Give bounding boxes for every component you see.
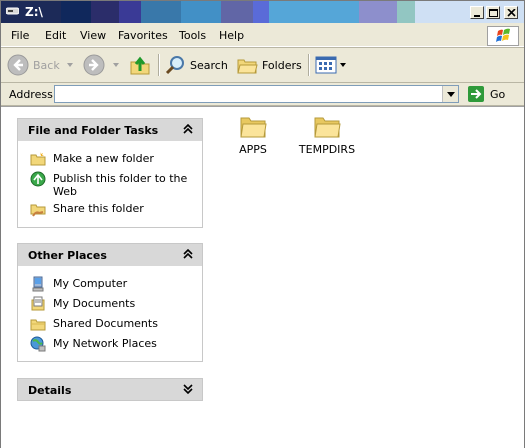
address-bar: Address Go bbox=[1, 82, 524, 106]
task-publish-web[interactable]: Publish this folder to the Web bbox=[30, 171, 188, 198]
my-documents-icon bbox=[31, 296, 45, 311]
folder-item-apps[interactable]: APPS bbox=[233, 113, 273, 156]
place-shared-documents-label: Shared Documents bbox=[53, 317, 158, 330]
close-icon bbox=[507, 9, 516, 17]
place-my-documents[interactable]: My Documents bbox=[30, 296, 188, 312]
publish-web-icon bbox=[30, 171, 46, 187]
task-publish-web-label: Publish this folder to the Web bbox=[53, 172, 188, 198]
go-button[interactable]: Go bbox=[468, 85, 505, 103]
search-icon bbox=[165, 56, 184, 75]
my-computer-icon bbox=[32, 276, 44, 292]
maximize-button[interactable] bbox=[486, 6, 500, 19]
other-places-header[interactable]: Other Places bbox=[17, 243, 203, 266]
place-my-documents-label: My Documents bbox=[53, 297, 136, 310]
place-my-computer-label: My Computer bbox=[53, 277, 128, 290]
go-label: Go bbox=[490, 87, 506, 101]
views-icon bbox=[315, 56, 337, 74]
share-folder-icon bbox=[30, 204, 46, 217]
window-title: Z:\ bbox=[25, 5, 43, 19]
place-my-computer[interactable]: My Computer bbox=[30, 276, 188, 292]
up-folder-button[interactable] bbox=[129, 52, 151, 78]
network-places-icon bbox=[30, 336, 46, 352]
tasks-panel: File and Folder Tasks Make a new folder bbox=[17, 118, 203, 228]
folder-icon bbox=[314, 117, 341, 138]
forward-button[interactable] bbox=[83, 52, 119, 78]
forward-arrow-icon bbox=[83, 54, 105, 76]
views-dropdown-icon[interactable] bbox=[340, 63, 346, 67]
task-share-folder[interactable]: Share this folder bbox=[30, 201, 188, 217]
collapse-chevron-icon[interactable] bbox=[183, 249, 193, 259]
explorer-window: Z:\ File Edit View Favorites Tools Help bbox=[0, 0, 525, 448]
task-make-new-folder-label: Make a new folder bbox=[53, 152, 154, 165]
back-dropdown-icon[interactable] bbox=[66, 63, 73, 67]
maximize-icon bbox=[489, 9, 498, 17]
details-title: Details bbox=[28, 384, 72, 397]
folders-label: Folders bbox=[262, 58, 302, 72]
new-folder-icon bbox=[30, 152, 46, 166]
folder-label: TEMPDIRS bbox=[298, 143, 356, 156]
details-panel: Details bbox=[17, 378, 203, 401]
up-folder-icon bbox=[130, 56, 150, 75]
menu-view[interactable]: View bbox=[80, 29, 106, 42]
forward-dropdown-icon[interactable] bbox=[113, 63, 119, 67]
address-input[interactable] bbox=[54, 85, 459, 103]
menu-favorites[interactable]: Favorites bbox=[118, 29, 168, 42]
folder-label: APPS bbox=[239, 143, 267, 156]
shared-documents-icon bbox=[30, 319, 46, 331]
menu-file[interactable]: File bbox=[11, 29, 29, 42]
minimize-icon bbox=[474, 15, 480, 17]
menu-bar: File Edit View Favorites Tools Help bbox=[1, 24, 524, 47]
search-label: Search bbox=[190, 58, 228, 72]
other-places-panel: Other Places My Computer My Documents Sh… bbox=[17, 243, 203, 362]
chevron-down-icon bbox=[447, 92, 455, 97]
task-share-folder-label: Share this folder bbox=[53, 202, 144, 215]
back-label: Back bbox=[33, 58, 60, 72]
close-button[interactable] bbox=[504, 6, 518, 19]
folder-icon bbox=[240, 117, 267, 138]
windows-logo bbox=[487, 26, 519, 46]
collapse-chevron-icon[interactable] bbox=[183, 124, 193, 134]
minimize-button[interactable] bbox=[470, 6, 484, 19]
folders-icon bbox=[237, 59, 258, 74]
content-area: File and Folder Tasks Make a new folder bbox=[1, 106, 524, 448]
views-button[interactable] bbox=[315, 52, 346, 78]
address-label: Address bbox=[9, 88, 53, 101]
place-network-places[interactable]: My Network Places bbox=[30, 336, 188, 352]
toolbar: Back Search Folders bbox=[1, 47, 524, 82]
details-header[interactable]: Details bbox=[17, 378, 203, 401]
other-places-title: Other Places bbox=[28, 249, 107, 262]
title-bar[interactable]: Z:\ bbox=[1, 1, 524, 23]
search-button[interactable]: Search bbox=[164, 52, 228, 78]
task-make-new-folder[interactable]: Make a new folder bbox=[30, 151, 188, 167]
drive-icon bbox=[6, 7, 19, 15]
back-arrow-icon bbox=[7, 54, 29, 76]
address-dropdown-button[interactable] bbox=[442, 86, 458, 102]
place-network-places-label: My Network Places bbox=[53, 337, 157, 350]
menu-edit[interactable]: Edit bbox=[45, 29, 66, 42]
go-arrow-icon bbox=[468, 86, 484, 102]
expand-chevron-icon[interactable] bbox=[183, 384, 193, 394]
place-shared-documents[interactable]: Shared Documents bbox=[30, 316, 188, 332]
back-button[interactable]: Back bbox=[7, 52, 73, 78]
menu-help[interactable]: Help bbox=[219, 29, 244, 42]
tasks-panel-title: File and Folder Tasks bbox=[28, 124, 159, 137]
tasks-panel-header[interactable]: File and Folder Tasks bbox=[17, 118, 203, 141]
menu-tools[interactable]: Tools bbox=[179, 29, 206, 42]
folders-button[interactable]: Folders bbox=[236, 52, 302, 78]
folder-item-tempdirs[interactable]: TEMPDIRS bbox=[297, 113, 357, 156]
